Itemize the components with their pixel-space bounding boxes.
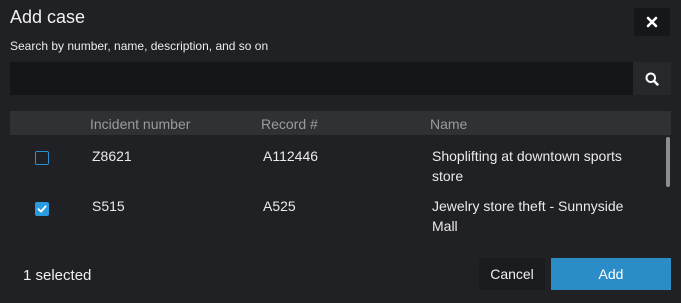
column-header-incident-number[interactable]: Incident number bbox=[90, 116, 190, 132]
table-row[interactable]: S515 A525 Jewelry store theft - Sunnysid… bbox=[10, 195, 665, 242]
column-header-name[interactable]: Name bbox=[430, 116, 467, 132]
incident-number-cell: Z8621 bbox=[92, 148, 132, 164]
add-button[interactable]: Add bbox=[551, 258, 671, 290]
search-input[interactable] bbox=[10, 62, 633, 95]
search-button[interactable] bbox=[633, 62, 671, 95]
name-cell: Shoplifting at downtown sports store bbox=[432, 146, 622, 186]
incident-number-cell: S515 bbox=[92, 198, 125, 214]
record-cell: A112446 bbox=[263, 148, 319, 164]
record-cell: A525 bbox=[263, 198, 296, 214]
selected-count: 1 selected bbox=[23, 267, 92, 284]
row-checkbox[interactable] bbox=[35, 151, 49, 165]
close-icon bbox=[646, 16, 658, 28]
row-checkbox[interactable] bbox=[35, 202, 49, 216]
scrollbar-thumb[interactable] bbox=[666, 137, 670, 187]
close-button[interactable] bbox=[634, 8, 670, 36]
check-icon bbox=[37, 205, 47, 213]
name-line: store bbox=[432, 168, 464, 184]
cancel-button[interactable]: Cancel bbox=[479, 258, 545, 290]
name-line: Jewelry store theft - Sunnyside bbox=[432, 198, 624, 214]
name-line: Mall bbox=[432, 218, 458, 234]
search-label: Search by number, name, description, and… bbox=[10, 39, 269, 53]
name-line: Shoplifting at downtown sports bbox=[432, 148, 622, 164]
search-icon bbox=[645, 72, 659, 86]
search-bar bbox=[10, 62, 671, 95]
name-cell: Jewelry store theft - Sunnyside Mall bbox=[432, 196, 623, 236]
table-row[interactable]: Z8621 A112446 Shoplifting at downtown sp… bbox=[10, 144, 665, 194]
column-header-record[interactable]: Record # bbox=[261, 116, 318, 132]
dialog-title: Add case bbox=[10, 7, 86, 27]
table-header: Incident number Record # Name bbox=[10, 111, 671, 135]
case-table: Incident number Record # Name Z8621 A112… bbox=[10, 111, 671, 242]
